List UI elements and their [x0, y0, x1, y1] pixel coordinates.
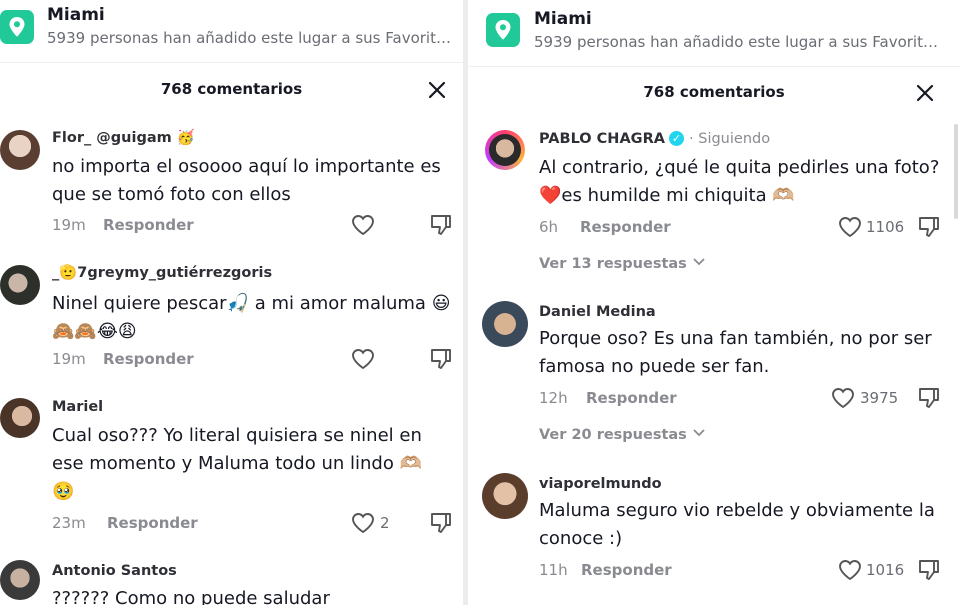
heart-icon[interactable]: [351, 214, 375, 240]
avatar[interactable]: [0, 398, 40, 438]
comments-panel-left: Miami 5939 personas han añadido este lug…: [0, 0, 463, 605]
chevron-down-icon: [693, 429, 705, 437]
thumbs-down-icon[interactable]: [917, 386, 941, 414]
comment-username[interactable]: viaporelmundo: [539, 476, 662, 492]
close-icon[interactable]: [426, 79, 448, 101]
comment-item: Daniel Medina Porque oso? Es una fan tam…: [468, 300, 960, 450]
thumbs-down-icon[interactable]: [429, 347, 453, 375]
avatar[interactable]: [485, 130, 525, 170]
comment-time: 23m: [52, 514, 86, 532]
thumbs-down-icon[interactable]: [917, 558, 941, 586]
comment-time: 19m: [52, 216, 86, 234]
heart-icon[interactable]: [831, 387, 855, 413]
location-title: Miami: [534, 9, 592, 29]
comments-header: 768 comentarios: [0, 70, 463, 120]
view-replies-link[interactable]: Ver 13 respuestas: [539, 256, 706, 272]
comment-item: PABLO CHAGRA ✓ · Siguiendo Al contrario, …: [468, 126, 960, 281]
like-count: 3975: [860, 389, 899, 407]
comment-text: Maluma seguro vio rebelde y obviamente l…: [539, 500, 935, 549]
location-subtitle: 5939 personas han añadido este lugar a s…: [47, 29, 451, 47]
comment-item: Mariel Cual oso??? Yo literal quisiera s…: [0, 395, 463, 535]
like-count: 2: [380, 514, 390, 532]
comment-username-text[interactable]: PABLO CHAGRA: [539, 131, 665, 147]
comment-time: 11h: [539, 561, 568, 579]
location-subtitle: 5939 personas han añadido este lugar a s…: [534, 33, 938, 51]
comment-item: viaporelmundo Maluma seguro vio rebelde …: [468, 472, 960, 605]
reply-button[interactable]: Responder: [586, 389, 677, 407]
comments-header: 768 comentarios: [468, 73, 960, 123]
comments-count-title: 768 comentarios: [643, 83, 785, 101]
following-label: · Siguiendo: [689, 131, 771, 147]
comment-time: 12h: [539, 389, 568, 407]
close-icon[interactable]: [914, 82, 936, 104]
comment-username[interactable]: _🫡7greymy_gutiérrezgoris: [52, 264, 272, 281]
comment-item: Flor_ @guigam 🥳 no importa el osoooo aqu…: [0, 125, 463, 245]
comment-time: 19m: [52, 350, 86, 368]
reply-button[interactable]: Responder: [103, 350, 194, 368]
comment-item: _🫡7greymy_gutiérrezgoris Ninel quiere pe…: [0, 260, 463, 375]
location-pin-icon: [486, 13, 520, 47]
avatar[interactable]: [0, 265, 40, 305]
thumbs-down-icon[interactable]: [429, 511, 453, 539]
comment-username[interactable]: Antonio Santos: [52, 563, 177, 579]
comment-item: Antonio Santos ?????? Como no puede salu…: [0, 558, 463, 605]
comment-time: 6h: [539, 218, 559, 236]
comment-text: Cual oso??? Yo literal quisiera se ninel…: [52, 425, 422, 502]
view-replies-label[interactable]: Ver 13 respuestas: [539, 256, 687, 272]
heart-icon[interactable]: [351, 348, 375, 374]
comment-username[interactable]: PABLO CHAGRA ✓ · Siguiendo: [539, 131, 770, 147]
comment-username[interactable]: Daniel Medina: [539, 304, 656, 320]
heart-icon[interactable]: [351, 512, 375, 538]
comment-text: Porque oso? Es una fan también, no por s…: [539, 328, 932, 377]
verified-badge-icon: ✓: [668, 131, 684, 146]
thumbs-down-icon[interactable]: [429, 213, 453, 241]
comment-text: Al contrario, ¿qué le quita pedirles una…: [539, 157, 940, 206]
heart-icon[interactable]: [838, 559, 862, 585]
location-title: Miami: [47, 5, 105, 25]
reply-button[interactable]: Responder: [581, 561, 672, 579]
chevron-down-icon: [693, 258, 705, 266]
reply-button[interactable]: Responder: [103, 216, 194, 234]
reply-button[interactable]: Responder: [580, 218, 671, 236]
view-replies-link[interactable]: Ver 20 respuestas: [539, 427, 706, 443]
location-banner[interactable]: Miami 5939 personas han añadido este lug…: [468, 0, 960, 67]
view-replies-label[interactable]: Ver 20 respuestas: [539, 427, 687, 443]
comments-panel-right: Miami 5939 personas han añadido este lug…: [468, 0, 960, 605]
heart-icon[interactable]: [838, 216, 862, 242]
avatar[interactable]: [482, 301, 528, 347]
comment-username[interactable]: Mariel: [52, 399, 103, 415]
avatar[interactable]: [0, 130, 40, 170]
avatar[interactable]: [0, 560, 40, 600]
comment-text: ?????? Como no puede saludar: [52, 588, 330, 605]
reply-button[interactable]: Responder: [107, 514, 198, 532]
avatar[interactable]: [482, 473, 528, 519]
thumbs-down-icon[interactable]: [917, 215, 941, 243]
comment-text: no importa el osoooo aquí lo importante …: [52, 156, 441, 205]
comment-text: Ninel quiere pescar🎣 a mi amor maluma 😃🙈…: [52, 293, 451, 342]
comments-count-title: 768 comentarios: [160, 80, 303, 98]
like-count: 1106: [866, 218, 905, 236]
location-pin-icon: [0, 10, 34, 44]
like-count: 1016: [866, 561, 905, 579]
location-banner[interactable]: Miami 5939 personas han añadido este lug…: [0, 0, 463, 63]
comment-username[interactable]: Flor_ @guigam 🥳: [52, 129, 195, 146]
